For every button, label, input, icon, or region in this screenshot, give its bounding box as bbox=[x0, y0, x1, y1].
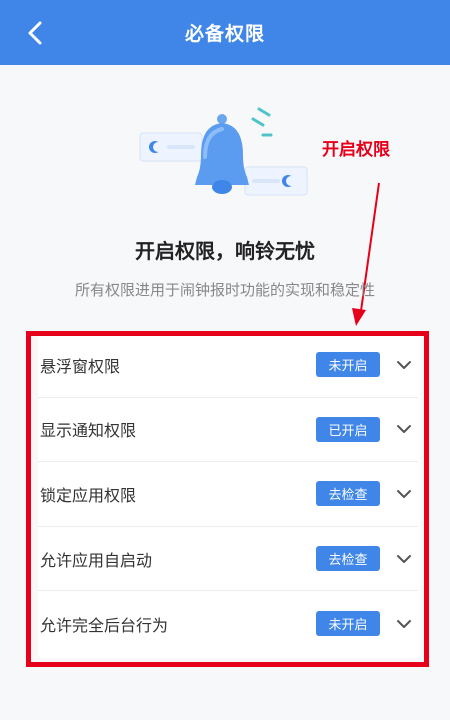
chevron-down-icon[interactable] bbox=[394, 549, 414, 569]
chevron-down-icon[interactable] bbox=[394, 614, 414, 634]
permission-label: 悬浮窗权限 bbox=[40, 356, 121, 376]
status-badge[interactable]: 已开启 bbox=[316, 416, 380, 442]
permission-label: 锁定应用权限 bbox=[40, 485, 137, 505]
chevron-down-icon[interactable] bbox=[394, 355, 414, 375]
status-badge[interactable]: 未开启 bbox=[316, 611, 380, 637]
permission-label: 允许完全后台行为 bbox=[40, 615, 169, 635]
status-badge[interactable]: 去检查 bbox=[316, 546, 380, 572]
permission-row-floating-window[interactable]: 悬浮窗权限 未开启 bbox=[38, 333, 418, 398]
chevron-down-icon[interactable] bbox=[394, 419, 414, 439]
page-title: 必备权限 bbox=[184, 23, 265, 45]
hero-heading: 开启权限，响铃无忧 bbox=[135, 239, 315, 263]
permission-row-lock-app[interactable]: 锁定应用权限 去检查 bbox=[38, 462, 418, 527]
hero-subheading: 所有权限进用于闹钟报时功能的实现和稳定性 bbox=[74, 281, 375, 299]
back-arrow-icon bbox=[28, 21, 42, 45]
permission-label: 允许应用自启动 bbox=[40, 550, 153, 570]
back-button[interactable] bbox=[18, 16, 52, 50]
permission-row-autostart[interactable]: 允许应用自启动 去检查 bbox=[38, 527, 418, 592]
permission-list: 悬浮窗权限 未开启 显示通知权限 已开启 锁定应用权限 去检查 允许应用自启动 … bbox=[38, 333, 418, 656]
permission-row-background[interactable]: 允许完全后台行为 未开启 bbox=[38, 591, 418, 656]
top-app-bar: 必备权限 bbox=[0, 0, 450, 65]
permission-label: 显示通知权限 bbox=[40, 421, 137, 441]
chevron-down-icon[interactable] bbox=[394, 484, 414, 504]
status-badge[interactable]: 未开启 bbox=[316, 352, 380, 378]
permission-row-notifications[interactable]: 显示通知权限 已开启 bbox=[38, 398, 418, 463]
annotation-label: 开启权限 bbox=[322, 140, 390, 160]
status-badge[interactable]: 去检查 bbox=[316, 481, 380, 507]
bell-illustration bbox=[139, 107, 308, 196]
